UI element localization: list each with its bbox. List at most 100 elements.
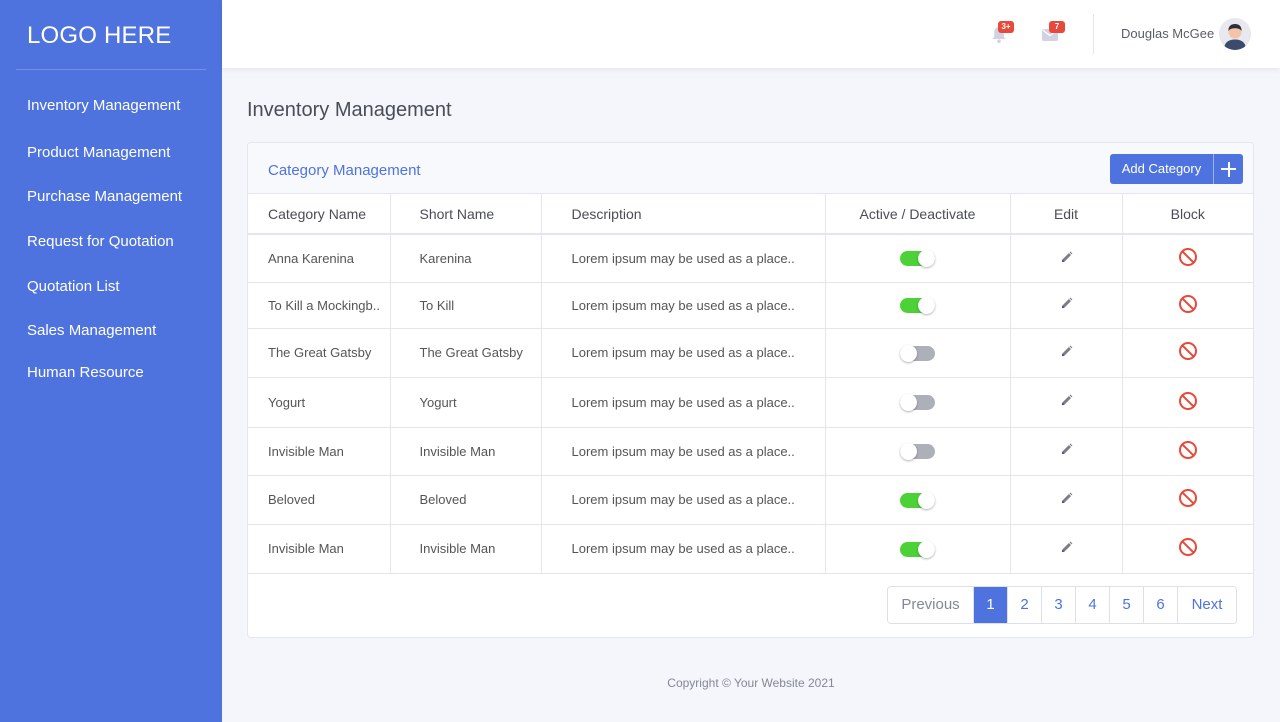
cell-edit <box>1010 328 1123 378</box>
cell-block <box>1122 234 1253 283</box>
footer-copyright: Copyright © Your Website 2021 <box>667 676 835 690</box>
edit-button[interactable] <box>1060 443 1073 459</box>
cell-active <box>825 524 1011 574</box>
cell-edit <box>1010 427 1123 476</box>
edit-button[interactable] <box>1060 541 1073 557</box>
card-header: Category Management Add Category <box>248 143 1253 194</box>
active-toggle[interactable] <box>900 297 935 315</box>
topbar: 3+ 7 Douglas McGee <box>222 0 1280 68</box>
cell-short-name: Yogurt <box>390 377 542 428</box>
cell-edit <box>1010 475 1123 525</box>
active-toggle[interactable] <box>900 344 935 362</box>
table-row: The Great Gatsby The Great Gatsby Lorem ip… <box>248 328 1253 378</box>
cell-short-name: Beloved <box>390 475 542 525</box>
active-toggle[interactable] <box>900 394 935 412</box>
cell-category-name: Anna Karenina <box>248 234 391 283</box>
toggle-knob <box>900 394 917 412</box>
cell-category-name: Yogurt <box>248 377 391 428</box>
block-button[interactable] <box>1178 247 1198 270</box>
pagination-previous[interactable]: Previous <box>888 587 974 623</box>
pencil-icon <box>1061 492 1072 503</box>
table-header-row: Category Name Short Name Description Act… <box>248 194 1253 235</box>
edit-button[interactable] <box>1060 345 1073 361</box>
block-button[interactable] <box>1178 341 1198 364</box>
cell-short-name: Karenina <box>390 234 542 283</box>
cell-category-name: Beloved <box>248 475 391 525</box>
active-toggle[interactable] <box>900 443 935 461</box>
cell-edit <box>1010 524 1123 574</box>
header-block: Block <box>1122 194 1253 235</box>
pagination-page-5[interactable]: 5 <box>1110 587 1144 623</box>
add-category-button[interactable]: Add Category <box>1110 154 1243 184</box>
cell-short-name: Invisible Man <box>390 427 542 476</box>
sidebar-divider <box>16 69 206 70</box>
cell-block <box>1122 282 1253 329</box>
cell-active <box>825 328 1011 378</box>
table-row: To Kill a Mockingb.. To Kill Lorem ipsum m… <box>248 282 1253 329</box>
pagination-next[interactable]: Next <box>1178 587 1236 623</box>
block-button[interactable] <box>1178 391 1198 414</box>
active-toggle[interactable] <box>900 491 935 509</box>
messages-button[interactable]: 7 <box>1042 21 1065 44</box>
pagination-page-4[interactable]: 4 <box>1076 587 1110 623</box>
avatar[interactable] <box>1219 18 1251 50</box>
edit-button[interactable] <box>1060 492 1073 508</box>
card-title: Category Management <box>268 162 421 179</box>
sidebar-item-purchase-management[interactable]: Purchase Management <box>27 188 182 205</box>
toggle-knob <box>918 491 935 509</box>
block-button[interactable] <box>1178 440 1198 463</box>
category-table: Category Name Short Name Description Act… <box>248 194 1253 574</box>
cell-description: Lorem ipsum may be used as a place.. <box>541 524 826 574</box>
pagination-page-6[interactable]: 6 <box>1144 587 1178 623</box>
active-toggle[interactable] <box>900 540 935 558</box>
block-button[interactable] <box>1178 488 1198 511</box>
edit-button[interactable] <box>1060 251 1073 267</box>
header-short-name[interactable]: Short Name <box>390 194 542 235</box>
header-description[interactable]: Description <box>541 194 826 235</box>
sidebar-item-product-management[interactable]: Product Management <box>27 144 170 161</box>
cell-block <box>1122 427 1253 476</box>
pagination-page-1[interactable]: 1 <box>974 587 1008 623</box>
block-icon <box>1178 538 1197 556</box>
edit-button[interactable] <box>1060 394 1073 410</box>
page-title: Inventory Management <box>247 99 452 121</box>
user-name[interactable]: Douglas McGee <box>1121 26 1214 41</box>
header-active-deactivate: Active / Deactivate <box>825 194 1011 235</box>
plus-icon <box>1214 154 1243 184</box>
cell-category-name: Invisible Man <box>248 427 391 476</box>
logo[interactable]: LOGO HERE <box>27 22 172 50</box>
sidebar-item-quotation-list[interactable]: Quotation List <box>27 278 120 295</box>
table-row: Invisible Man Invisible Man Lorem ipsum ma… <box>248 427 1253 476</box>
sidebar-item-request-for-quotation[interactable]: Request for Quotation <box>27 233 174 250</box>
pencil-icon <box>1061 251 1072 262</box>
cell-block <box>1122 377 1253 428</box>
sidebar-item-sales-management[interactable]: Sales Management <box>27 322 156 339</box>
pagination: Previous 1 2 3 4 5 6 Next <box>887 586 1237 624</box>
active-toggle[interactable] <box>900 250 935 268</box>
cell-block <box>1122 328 1253 378</box>
cell-block <box>1122 524 1253 574</box>
notifications-button[interactable]: 3+ <box>991 21 1014 44</box>
sidebar-item-human-resource[interactable]: Human Resource <box>27 364 144 381</box>
edit-button[interactable] <box>1060 297 1073 313</box>
header-category-name[interactable]: Category Name <box>248 194 391 235</box>
cell-description: Lorem ipsum may be used as a place.. <box>541 427 826 476</box>
cell-active <box>825 234 1011 283</box>
cell-active <box>825 427 1011 476</box>
cell-description: Lorem ipsum may be used as a place.. <box>541 377 826 428</box>
cell-active <box>825 282 1011 329</box>
cell-short-name: Invisible Man <box>390 524 542 574</box>
pencil-icon <box>1061 394 1072 406</box>
sidebar-item-inventory-management[interactable]: Inventory Management <box>27 97 180 114</box>
block-button[interactable] <box>1178 294 1198 317</box>
toggle-knob <box>918 540 935 558</box>
notifications-badge: 3+ <box>998 21 1014 33</box>
cell-short-name: To Kill <box>390 282 542 329</box>
block-icon <box>1178 391 1197 410</box>
pagination-page-2[interactable]: 2 <box>1008 587 1042 623</box>
table-row: Invisible Man Invisible Man Lorem ipsum ma… <box>248 524 1253 574</box>
pagination-page-3[interactable]: 3 <box>1042 587 1076 623</box>
block-button[interactable] <box>1178 537 1198 560</box>
cell-description: Lorem ipsum may be used as a place.. <box>541 475 826 525</box>
cell-edit <box>1010 282 1123 329</box>
